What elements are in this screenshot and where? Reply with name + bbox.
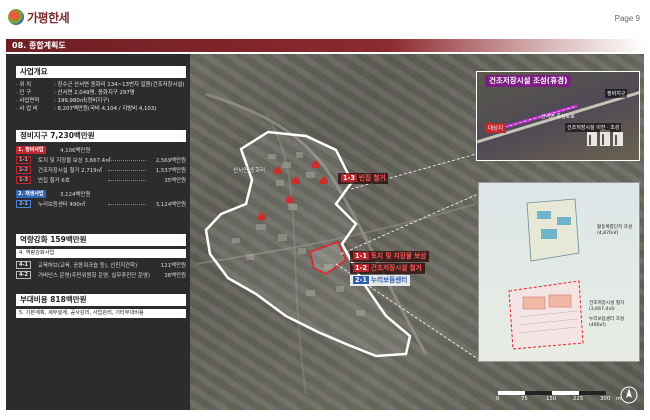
page-header: 가평한세 Page 9 [0,0,650,36]
table-row: 2-1 누리보듬센터 490㎡ 3,124백만원 [16,199,186,209]
callout-1-3[interactable]: 1-3 빈집 철거 [338,173,389,184]
callout-text: 토지 및 지장물 보상 [370,252,427,260]
callout-2-1[interactable]: 2-1 누리보듬센터 [350,275,411,286]
table-row: 1-1 토지 및 지장물 보상 3,667.4㎡ 2,569백만원 [16,155,186,165]
table-row: 4-1 교육허브(교육, 공동워크숍 등), 선진지견학) 121백만원 [16,260,186,270]
north-arrow-icon [620,386,638,404]
overview-line: · 인 구: 산서면 2,049명, 동화지구 297명 [16,90,135,96]
group-header: 1. 정비사업 4,106백만원 [16,146,91,154]
callout-code: 1-2 [353,264,369,272]
scale-track [498,391,606,395]
maintenance-title: 정비지구 7,230백만원 [16,130,186,142]
callout-code: 1-3 [341,174,357,182]
callout-code: 1-1 [353,252,369,260]
table-row: 1-3 빈집 철거 6호 35백만원 [16,175,186,185]
inset-site-tag: 대상지 [485,123,507,133]
maintenance-section: 정비지구 7,230백만원 1. 정비사업 4,106백만원 1-1 토지 및 … [16,130,186,209]
table-row: 4-2 거버넌스 운영(주민위원회 운영, 실무추진단 운영) 38백만원 [16,270,186,280]
logo-text: 가평한세 [27,10,70,25]
overview-line: · 위 치: 장수군 산서면 동화리 134~13번지 일원(건조저장시설) [16,82,185,88]
logo: 가평한세 [8,6,70,28]
logo-icon [8,9,24,25]
inset-road-label: 산서면 중심도로 [541,114,575,120]
callout-code: 2-1 [353,276,369,284]
group-header: 2. 재생사업 3,124백만원 [16,190,91,198]
inset-aerial-title: 건조저장시설 조성(휴경) [485,75,572,87]
callout-text: 빈집 철거 [358,174,386,182]
overview-title: 사업개요 [16,66,186,78]
village-label: 산서면 동화리 [233,168,266,174]
plan-label-parking: 활동복합단지 조성 (4,870㎡) [597,225,633,236]
inset-site-plan[interactable]: 활동복합단지 조성 (4,870㎡) 건조저장시설 철거 (3,667.4㎡) 누리… [478,182,640,362]
section-title: 08. 종합계획도 [12,41,66,50]
page-number: Page 9 [614,14,640,23]
inset-aerial-photo[interactable]: 건조저장시설 조성(휴경) 정비지구 산서면 중심도로 대상지 건조저장시설 이… [476,71,640,161]
incidental-section: 부대비용 818백만원 5. 기본계획, 세부설계, 공사감리, 사업관리, 기… [16,294,186,318]
capacity-subheader: 4. 역량강화사업 [16,249,186,258]
scale-bar: 0 75 150 225 300 m [496,391,628,404]
project-overview: 사업개요 · 위 치: 장수군 산서면 동화리 134~13번지 일원(건조저장… [16,66,186,113]
inset-plan-drawing [508,198,584,350]
info-panel: 사업개요 · 위 치: 장수군 산서면 동화리 134~13번지 일원(건조저장… [6,54,190,410]
capacity-title: 역량강화 159백만원 [16,234,186,246]
scale-ticks: 0 75 150 225 300 m [496,396,622,402]
callout-1-1[interactable]: 1-1 토지 및 지장물 보상 [350,251,430,262]
table-row: 1-2 건조저장시설 철거 2,719㎡ 1,537백만원 [16,165,186,175]
inset-district-label: 정비지구 [605,89,628,98]
capacity-section: 역량강화 159백만원 4. 역량강화사업 4-1 교육허브(교육, 공동워크숍… [16,234,186,280]
callout-text: 누리보듬센터 [370,276,408,284]
inset-facility-label: 건조저장시설 이전 · 조성 [565,123,622,132]
plan-label-center: 누리보듬센터 조성 (490㎡) [589,317,625,328]
incidental-note: 5. 기본계획, 세부설계, 공사감리, 사업관리, 기타부대비용 [16,309,186,318]
section-title-bar: 08. 종합계획도 [6,39,644,52]
overview-line: · 사업면적: 199,980㎡(정비지구) [16,98,110,104]
callout-1-2[interactable]: 1-2 건조저장시설 철거 [350,263,425,274]
callout-text: 건조저장시설 철거 [370,264,422,272]
overview-line: · 사 업 비: 8,207백만원(국비 4,104 / 지방비 4,103) [16,106,157,112]
plan-label-demolish: 건조저장시설 철거 (3,667.4㎡) [589,301,625,312]
incidental-title: 부대비용 818백만원 [16,294,186,306]
